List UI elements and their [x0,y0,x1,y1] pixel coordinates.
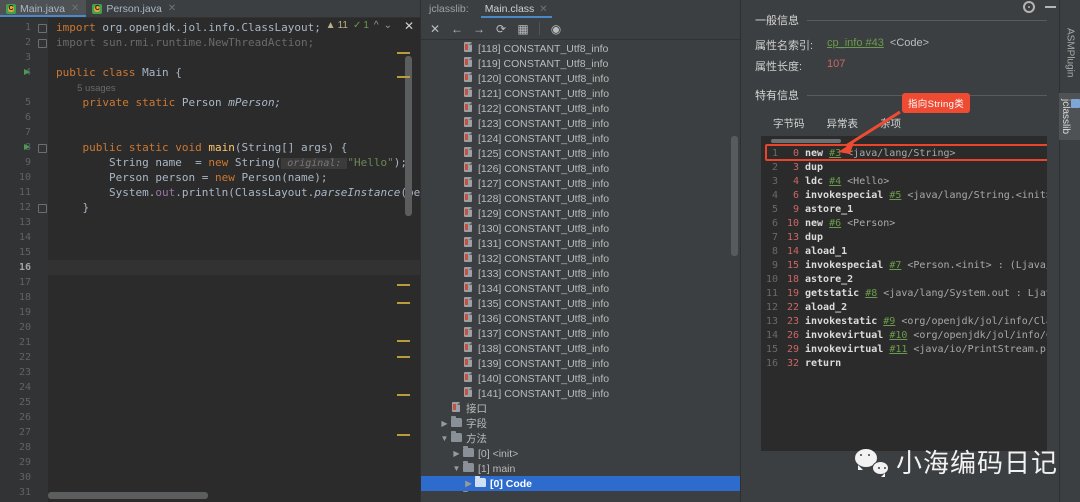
annotation-arrow [838,110,901,154]
settings-gear-icon[interactable] [1023,1,1035,13]
watermark: 小海编码日记 [854,443,1058,480]
wechat-logo-icon [854,448,889,477]
watermark-text: 小海编码日记 [895,449,1058,479]
minimize-icon[interactable] [1045,6,1056,8]
annotation-callout: 指向String类 [902,93,971,113]
ide-window: Main.java ✕ Person.java ✕ 12345678910111… [0,0,1080,502]
window-controls [1023,1,1056,13]
